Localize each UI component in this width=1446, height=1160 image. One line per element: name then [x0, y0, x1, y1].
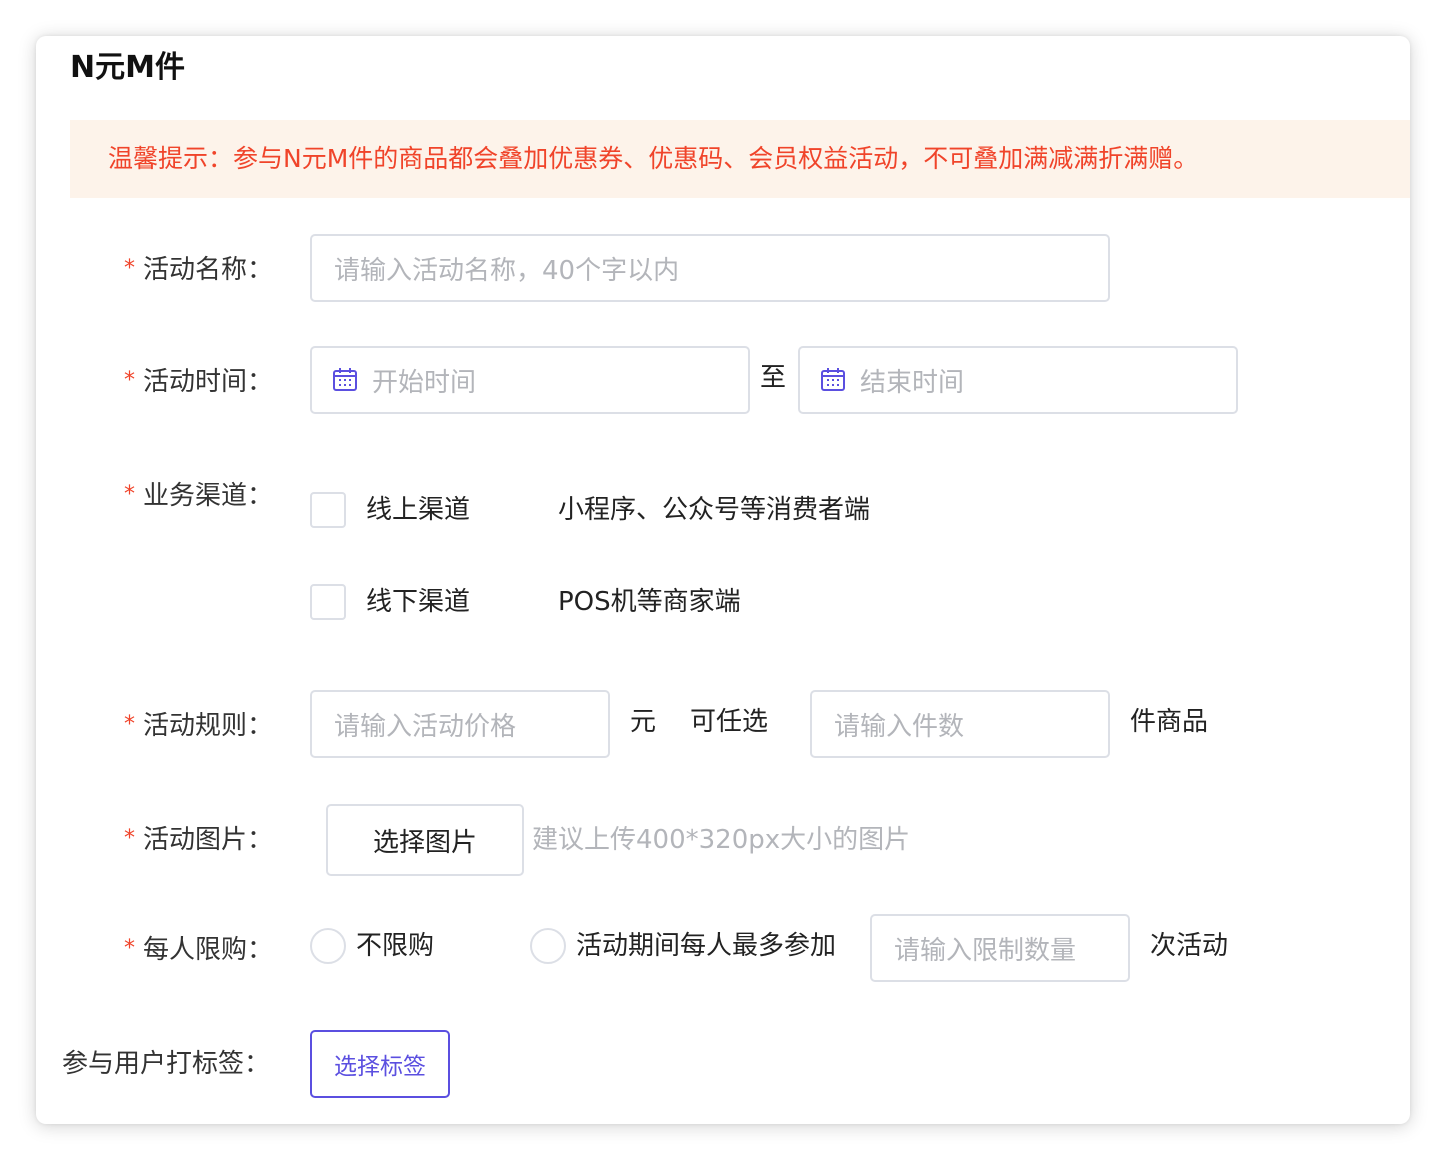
activity-name-label-text: 活动名称：: [143, 255, 274, 285]
purchase-limit-label-text: 每人限购：: [143, 935, 274, 965]
image-label: * 活动图片：: [124, 822, 273, 860]
activity-name-input[interactable]: 请输入活动名称，40个字以内: [310, 234, 1110, 302]
unlimited-radio[interactable]: [310, 928, 346, 964]
choose-text: 可任选: [690, 707, 769, 737]
required-mark: *: [124, 712, 135, 737]
notice-banner: 温馨提示：参与N元M件的商品都会叠加优惠券、优惠码、会员权益活动，不可叠加满减满…: [70, 120, 1410, 198]
item-count-placeholder: 请输入件数: [834, 711, 965, 742]
required-mark: *: [124, 482, 135, 507]
calendar-icon: [332, 367, 358, 393]
offline-channel-checkbox[interactable]: [310, 584, 346, 620]
page-title: N元M件: [70, 50, 185, 85]
limit-count-placeholder: 请输入限制数量: [894, 935, 1077, 966]
activity-time-label: * 活动时间：: [124, 364, 273, 402]
activity-time-label-text: 活动时间：: [143, 367, 274, 397]
activity-price-input[interactable]: 请输入活动价格: [310, 690, 610, 758]
end-date-placeholder: 结束时间: [860, 367, 965, 398]
end-date-input[interactable]: 结束时间: [798, 346, 1238, 414]
required-mark: *: [124, 368, 135, 393]
rule-label-text: 活动规则：: [143, 711, 274, 741]
offline-channel-label[interactable]: 线下渠道: [366, 584, 470, 620]
limited-radio[interactable]: [530, 928, 566, 964]
unit-yuan: 元: [630, 707, 657, 737]
select-tag-button[interactable]: 选择标签: [310, 1030, 450, 1098]
activity-name-label: * 活动名称：: [124, 252, 273, 290]
activity-price-placeholder: 请输入活动价格: [334, 711, 517, 742]
image-label-text: 活动图片：: [143, 825, 274, 855]
required-mark: *: [124, 826, 135, 851]
rule-label: * 活动规则：: [124, 708, 273, 746]
calendar-icon: [820, 367, 846, 393]
limit-suffix: 次活动: [1150, 931, 1229, 961]
date-range-separator: 至: [760, 363, 787, 393]
form-card: N元M件 温馨提示：参与N元M件的商品都会叠加优惠券、优惠码、会员权益活动，不可…: [36, 36, 1410, 1124]
required-mark: *: [124, 936, 135, 961]
purchase-limit-label: * 每人限购：: [124, 932, 273, 970]
channel-label: * 业务渠道：: [124, 478, 273, 516]
item-count-input[interactable]: 请输入件数: [810, 690, 1110, 758]
online-channel-desc: 小程序、公众号等消费者端: [558, 495, 871, 525]
required-mark: *: [124, 256, 135, 281]
online-channel-label[interactable]: 线上渠道: [366, 492, 470, 528]
limited-label[interactable]: 活动期间每人最多参加: [576, 928, 836, 964]
image-size-hint: 建议上传400*320px大小的图片: [532, 825, 911, 855]
offline-channel-desc: POS机等商家端: [558, 587, 741, 617]
select-image-button[interactable]: 选择图片: [326, 804, 524, 876]
online-channel-checkbox[interactable]: [310, 492, 346, 528]
channel-label-text: 业务渠道：: [143, 481, 274, 511]
start-date-input[interactable]: 开始时间: [310, 346, 750, 414]
user-tag-label: 参与用户打标签：: [62, 1049, 271, 1079]
limit-count-input[interactable]: 请输入限制数量: [870, 914, 1130, 982]
unlimited-label[interactable]: 不限购: [356, 928, 434, 964]
start-date-placeholder: 开始时间: [372, 367, 477, 398]
activity-name-placeholder: 请输入活动名称，40个字以内: [334, 255, 680, 286]
unit-items: 件商品: [1130, 707, 1209, 737]
